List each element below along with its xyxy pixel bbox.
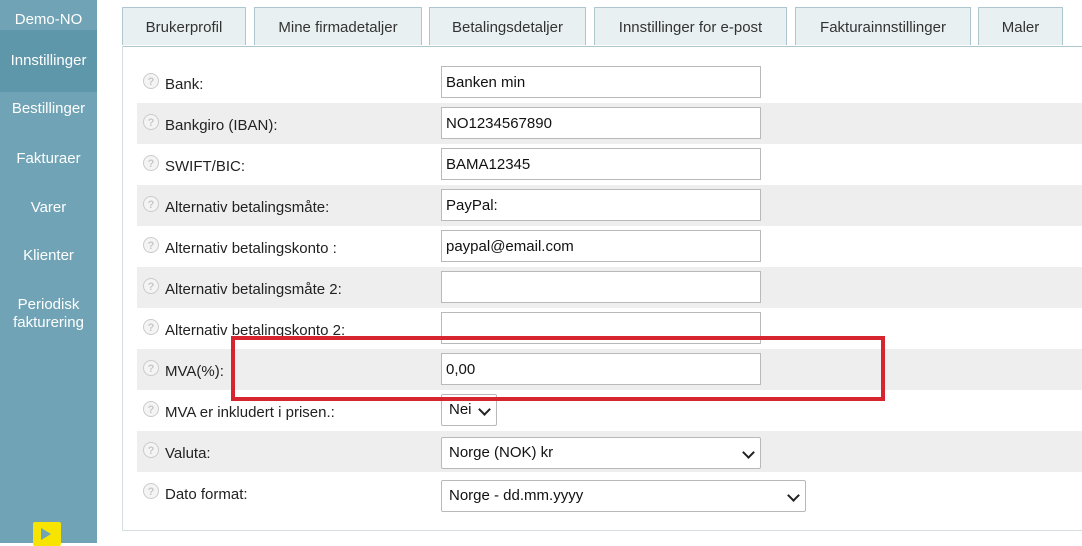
field-label: Alternativ betalingskonto : xyxy=(165,240,337,257)
chevron-down-icon xyxy=(787,489,800,502)
field-label: MVA er inkludert i prisen.: xyxy=(165,404,335,421)
field-label: Bankgiro (IBAN): xyxy=(165,117,278,134)
form-row-vat: ? MVA(%): xyxy=(137,349,1082,390)
tab-brukerprofil[interactable]: Brukerprofil xyxy=(122,7,246,45)
form-row-alt-payment-method-2: ? Alternativ betalingsmåte 2: xyxy=(137,267,1082,308)
sidebar-item-bestillinger[interactable]: Bestillinger xyxy=(0,100,97,117)
sidebar-item-klienter[interactable]: Klienter xyxy=(0,247,97,264)
field-label: Bank: xyxy=(165,76,204,93)
vat-percent-input[interactable] xyxy=(441,353,761,385)
vat-included-value: Nei xyxy=(449,401,472,418)
alt-payment-method-input[interactable] xyxy=(441,189,761,221)
alt-payment-account-2-input[interactable] xyxy=(441,312,761,344)
sidebar-item-periodisk-fakturering[interactable]: Periodisk fakturering xyxy=(0,296,97,332)
help-icon[interactable]: ? xyxy=(143,442,159,458)
field-label: Valuta: xyxy=(165,445,211,462)
tab-mine-firmadetaljer[interactable]: Mine firmadetaljer xyxy=(254,7,422,45)
help-icon[interactable]: ? xyxy=(143,401,159,417)
form-row-currency: ? Valuta: Norge (NOK) kr xyxy=(137,431,1082,472)
date-format-value: Norge - dd.mm.yyyy xyxy=(449,487,584,504)
help-icon[interactable]: ? xyxy=(143,360,159,376)
help-icon[interactable]: ? xyxy=(143,73,159,89)
swift-input[interactable] xyxy=(441,148,761,180)
help-icon[interactable]: ? xyxy=(143,483,159,499)
bank-input[interactable] xyxy=(441,66,761,98)
iban-input[interactable] xyxy=(441,107,761,139)
exit-arrow-icon[interactable] xyxy=(33,522,61,546)
field-label: SWIFT/BIC: xyxy=(165,158,245,175)
date-format-select[interactable]: Norge - dd.mm.yyyy xyxy=(441,480,806,512)
help-icon[interactable]: ? xyxy=(143,319,159,335)
form-row-date-format: ? Dato format: Norge - dd.mm.yyyy xyxy=(137,472,1082,513)
form-row-vat-included: ? MVA er inkludert i prisen.: Nei xyxy=(137,390,1082,431)
form-row-bank: ? Bank: xyxy=(137,62,1082,103)
help-icon[interactable]: ? xyxy=(143,114,159,130)
tab-betalingsdetaljer[interactable]: Betalingsdetaljer xyxy=(429,7,586,45)
field-label: Dato format: xyxy=(165,486,248,503)
form-row-alt-payment-account-2: ? Alternativ betalingskonto 2: xyxy=(137,308,1082,349)
help-icon[interactable]: ? xyxy=(143,237,159,253)
currency-value: Norge (NOK) kr xyxy=(449,444,554,461)
field-label: Alternativ betalingsmåte: xyxy=(165,199,330,216)
field-label: MVA(%): xyxy=(165,363,224,380)
chevron-down-icon xyxy=(478,403,491,416)
main-content: Brukerprofil Mine firmadetaljer Betaling… xyxy=(97,0,1082,543)
form-row-swift: ? SWIFT/BIC: xyxy=(137,144,1082,185)
help-icon[interactable]: ? xyxy=(143,278,159,294)
alt-payment-account-input[interactable] xyxy=(441,230,761,262)
account-name: Demo-NO xyxy=(14,11,83,28)
tab-fakturainnstillinger[interactable]: Fakturainnstillinger xyxy=(795,7,971,45)
tab-maler[interactable]: Maler xyxy=(978,7,1063,45)
payment-details-form: ? Bank: ? Bankgiro (IBAN): ? SWIFT/BIC: … xyxy=(122,46,1082,531)
help-icon[interactable]: ? xyxy=(143,155,159,171)
tab-bar: Brukerprofil Mine firmadetaljer Betaling… xyxy=(97,0,1082,48)
sidebar-item-fakturaer[interactable]: Fakturaer xyxy=(0,150,97,167)
form-row-alt-payment-method: ? Alternativ betalingsmåte: xyxy=(137,185,1082,226)
alt-payment-method-2-input[interactable] xyxy=(441,271,761,303)
vat-included-select[interactable]: Nei xyxy=(441,394,497,426)
currency-select[interactable]: Norge (NOK) kr xyxy=(441,437,761,469)
form-row-iban: ? Bankgiro (IBAN): xyxy=(137,103,1082,144)
chevron-down-icon xyxy=(742,446,755,459)
sidebar-item-varer[interactable]: Varer xyxy=(0,199,97,216)
field-label: Alternativ betalingsmåte 2: xyxy=(165,281,342,298)
tab-innstillinger-for-e-post[interactable]: Innstillinger for e-post xyxy=(594,7,787,45)
field-label: Alternativ betalingskonto 2: xyxy=(165,322,346,339)
help-icon[interactable]: ? xyxy=(143,196,159,212)
sidebar-item-innstillinger[interactable]: Innstillinger xyxy=(0,30,97,92)
form-row-alt-payment-account: ? Alternativ betalingskonto : xyxy=(137,226,1082,267)
sidebar: Demo-NO Innstillinger Bestillinger Faktu… xyxy=(0,0,97,546)
